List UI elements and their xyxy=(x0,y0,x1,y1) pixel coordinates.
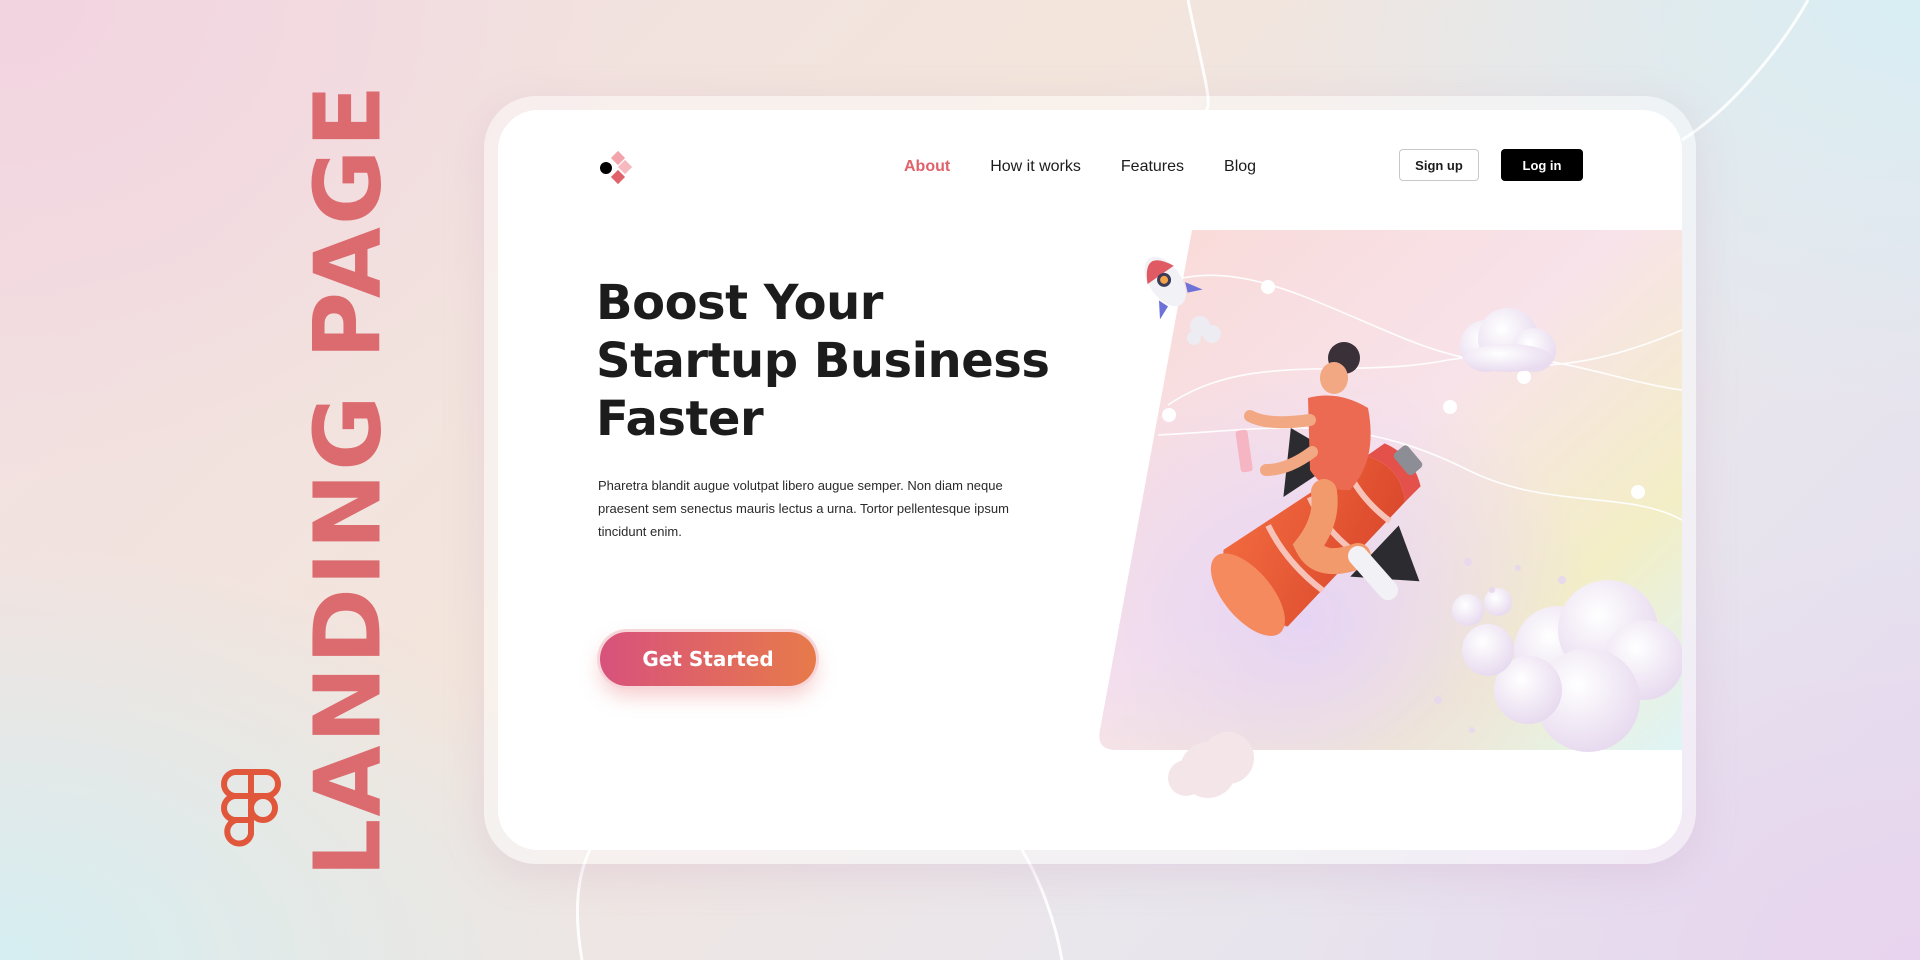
landing-page-card: About How it works Features Blog Sign up… xyxy=(498,110,1682,850)
hero-headline: Boost Your Startup Business Faster xyxy=(596,274,1056,448)
headline-line-3: Faster xyxy=(596,391,764,447)
nav-item-how-it-works[interactable]: How it works xyxy=(990,152,1081,182)
headline-line-1: Boost Your xyxy=(596,275,883,331)
hero-description: Pharetra blandit augue volutpat libero a… xyxy=(598,478,1009,539)
rocket-rider-illustration xyxy=(1099,230,1682,798)
sign-up-button[interactable]: Sign up xyxy=(1399,149,1479,181)
diamond-logo-icon[interactable] xyxy=(598,150,632,186)
headline-line-2: Startup Business xyxy=(596,333,1050,389)
main-nav: About How it works Features Blog xyxy=(904,152,1256,182)
landing-page-title: LANDING PAGE xyxy=(294,82,402,878)
nav-item-features[interactable]: Features xyxy=(1121,152,1184,182)
get-started-button[interactable]: Get Started xyxy=(600,632,816,686)
nav-item-about[interactable]: About xyxy=(904,152,950,182)
nav-item-blog[interactable]: Blog xyxy=(1224,152,1256,182)
figma-logo-icon xyxy=(221,769,281,847)
log-in-button[interactable]: Log in xyxy=(1501,149,1583,181)
